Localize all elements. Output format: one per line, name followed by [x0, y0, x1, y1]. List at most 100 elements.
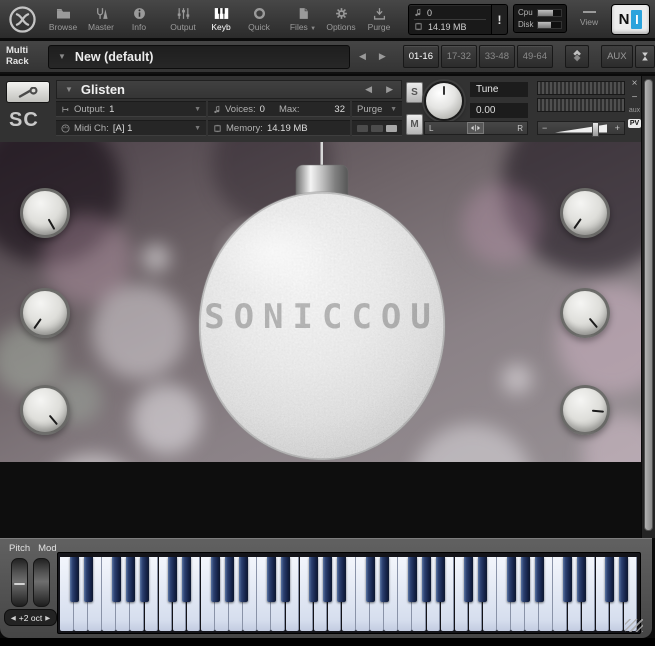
toolbar-button-browse[interactable]: Browse — [44, 0, 82, 38]
toolbar-button-keyb[interactable]: Keyb — [202, 0, 240, 38]
toolbar-button-options[interactable]: Options — [322, 0, 360, 38]
black-key[interactable] — [238, 557, 248, 602]
soniccouture-logo-text: SONICCOU — [204, 297, 440, 337]
black-key[interactable] — [266, 557, 276, 602]
view-button[interactable]: View — [574, 5, 604, 33]
rack-page-button-4[interactable]: 49-64 — [516, 45, 553, 68]
cpu-meter — [537, 8, 562, 17]
black-key[interactable] — [506, 557, 516, 602]
knob-pointer — [591, 409, 605, 413]
purge-menu[interactable]: Purge ▼ — [352, 101, 402, 117]
total-memory-value: 14.19 MB — [428, 21, 467, 32]
mute-button[interactable]: M — [406, 114, 423, 135]
prev-preset-button[interactable]: ◀ — [359, 51, 366, 62]
warning-button[interactable]: ! — [491, 5, 507, 34]
performance-view-toggle[interactable]: PV — [627, 119, 642, 128]
mod-wheel[interactable] — [33, 558, 50, 607]
chevron-down-icon: ▼ — [390, 105, 397, 113]
midi-channel-select[interactable]: Midi Ch: [A] 1 ▼ — [56, 120, 206, 136]
toolbar-button-files[interactable]: Files ▼ — [284, 0, 322, 38]
black-key[interactable] — [140, 557, 150, 602]
pan-center-handle[interactable] — [466, 122, 484, 134]
black-key[interactable] — [69, 557, 79, 602]
multi-preset-dropdown[interactable]: ▼ New (default) — [48, 44, 350, 69]
black-key[interactable] — [111, 557, 121, 602]
performance-knob-2[interactable] — [20, 288, 70, 338]
black-key[interactable] — [577, 557, 587, 602]
performance-knob-1[interactable] — [20, 188, 70, 238]
keyswitch-monitor-button[interactable] — [564, 45, 589, 68]
output-label: Output — [170, 22, 196, 32]
black-key[interactable] — [520, 557, 530, 602]
performance-knob-3[interactable] — [20, 385, 70, 435]
scrollbar-thumb[interactable] — [644, 79, 653, 531]
aux-button[interactable]: AUX — [600, 45, 633, 68]
toolbar-button-master[interactable]: Master — [82, 0, 120, 38]
max-voices-value[interactable]: 32 — [334, 104, 345, 115]
toolbar-button-quick[interactable]: Quick — [240, 0, 278, 38]
rack-page-button-2[interactable]: 17-32 — [440, 45, 477, 68]
kontakt-logo-icon[interactable] — [0, 0, 44, 38]
instrument-edit-button[interactable] — [6, 81, 50, 103]
black-key[interactable] — [534, 557, 544, 602]
next-instrument-button[interactable]: ▶ — [386, 84, 393, 95]
tune-value[interactable]: 0.00 — [470, 103, 528, 118]
output-select[interactable]: Output: 1 ▼ — [56, 101, 206, 117]
black-key[interactable] — [436, 557, 446, 602]
black-key[interactable] — [125, 557, 135, 602]
memory-hourglass-button[interactable] — [634, 45, 655, 68]
pan-slider[interactable]: L R — [424, 121, 528, 135]
black-key[interactable] — [407, 557, 417, 602]
toolbar-button-output[interactable]: Output — [164, 0, 202, 38]
black-key[interactable] — [605, 557, 615, 602]
solo-button[interactable]: S — [406, 82, 423, 103]
instrument-header: SC ▼ Glisten ◀ ▶ Output: 1 ▼ Midi Ch: [A… — [0, 76, 642, 142]
toolbar-button-purge[interactable]: Purge — [360, 0, 398, 38]
black-key[interactable] — [168, 557, 178, 602]
rack-page-button-3[interactable]: 33-48 — [478, 45, 515, 68]
tune-knob[interactable] — [424, 81, 464, 121]
instrument-title-bar[interactable]: ▼ Glisten ◀ ▶ — [56, 80, 402, 99]
black-key[interactable] — [365, 557, 375, 602]
rack-scrollbar[interactable] — [641, 76, 655, 538]
black-key[interactable] — [83, 557, 93, 602]
performance-knob-5[interactable] — [560, 288, 610, 338]
black-key[interactable] — [309, 557, 319, 602]
voices-note-icon — [214, 105, 220, 113]
minimize-view-icon — [582, 11, 596, 13]
black-key[interactable] — [464, 557, 474, 602]
volume-slider[interactable]: − + — [537, 121, 625, 137]
black-key[interactable] — [182, 557, 192, 602]
pitch-wheel[interactable] — [11, 558, 28, 607]
black-key[interactable] — [563, 557, 572, 602]
close-icon[interactable]: × — [632, 79, 638, 89]
minimize-icon[interactable]: − — [632, 93, 638, 103]
rack-page-button-1[interactable]: 01-16 — [402, 45, 439, 68]
virtual-keyboard — [57, 552, 641, 634]
octave-up-arrow[interactable]: ▶ — [45, 614, 50, 622]
black-key[interactable] — [224, 557, 234, 602]
toolbar-button-info[interactable]: Info — [120, 0, 158, 38]
pan-right-label: R — [517, 123, 523, 133]
octave-shift-control[interactable]: ◀ +2 oct ▶ — [4, 609, 57, 626]
prev-instrument-button[interactable]: ◀ — [365, 84, 372, 95]
knob-pointer — [48, 414, 59, 426]
volume-handle[interactable] — [592, 121, 599, 137]
resize-handle-icon[interactable] — [625, 619, 643, 632]
black-key[interactable] — [478, 557, 488, 602]
tune-label: Tune — [470, 82, 528, 97]
black-key[interactable] — [323, 557, 333, 602]
performance-knob-6[interactable] — [560, 385, 610, 435]
black-key[interactable] — [422, 557, 432, 602]
octave-down-arrow[interactable]: ◀ — [11, 614, 16, 622]
disk-meter — [537, 20, 562, 29]
performance-knob-4[interactable] — [560, 188, 610, 238]
black-key[interactable] — [281, 557, 291, 602]
aux-toggle[interactable]: aux — [629, 107, 640, 114]
black-key[interactable] — [337, 557, 347, 602]
next-preset-button[interactable]: ▶ — [379, 51, 386, 62]
black-key[interactable] — [379, 557, 389, 602]
black-key[interactable] — [210, 557, 220, 602]
black-key[interactable] — [619, 557, 629, 602]
empty-rack-space — [0, 462, 641, 538]
